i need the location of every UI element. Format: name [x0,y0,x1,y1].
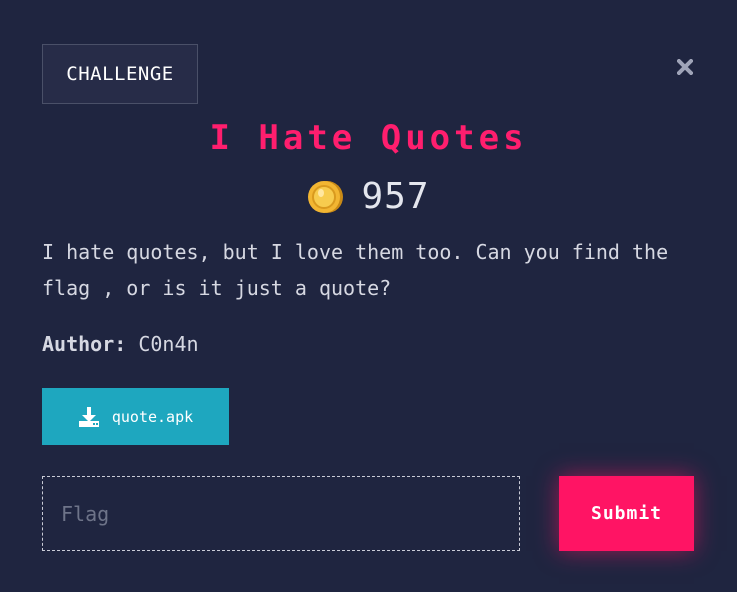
attachment-filename: quote.apk [111,407,194,426]
flag-input[interactable] [42,476,520,551]
challenge-title: I Hate Quotes [209,118,528,158]
author-name: C0n4n [138,332,199,356]
author-line: Author: C0n4n [42,332,199,356]
close-button[interactable] [673,55,697,79]
challenge-tab[interactable]: CHALLENGE [42,44,198,104]
download-icon [78,406,99,427]
submit-button[interactable]: Submit [559,476,694,551]
author-label: Author: [42,332,127,356]
close-icon [677,59,693,75]
download-attachment-button[interactable]: quote.apk [42,388,229,445]
points-value: 957 [361,176,430,217]
challenge-description: I hate quotes, but I love them too. Can … [42,240,669,300]
points-display: 957 [0,176,737,217]
coin-icon [308,180,344,213]
